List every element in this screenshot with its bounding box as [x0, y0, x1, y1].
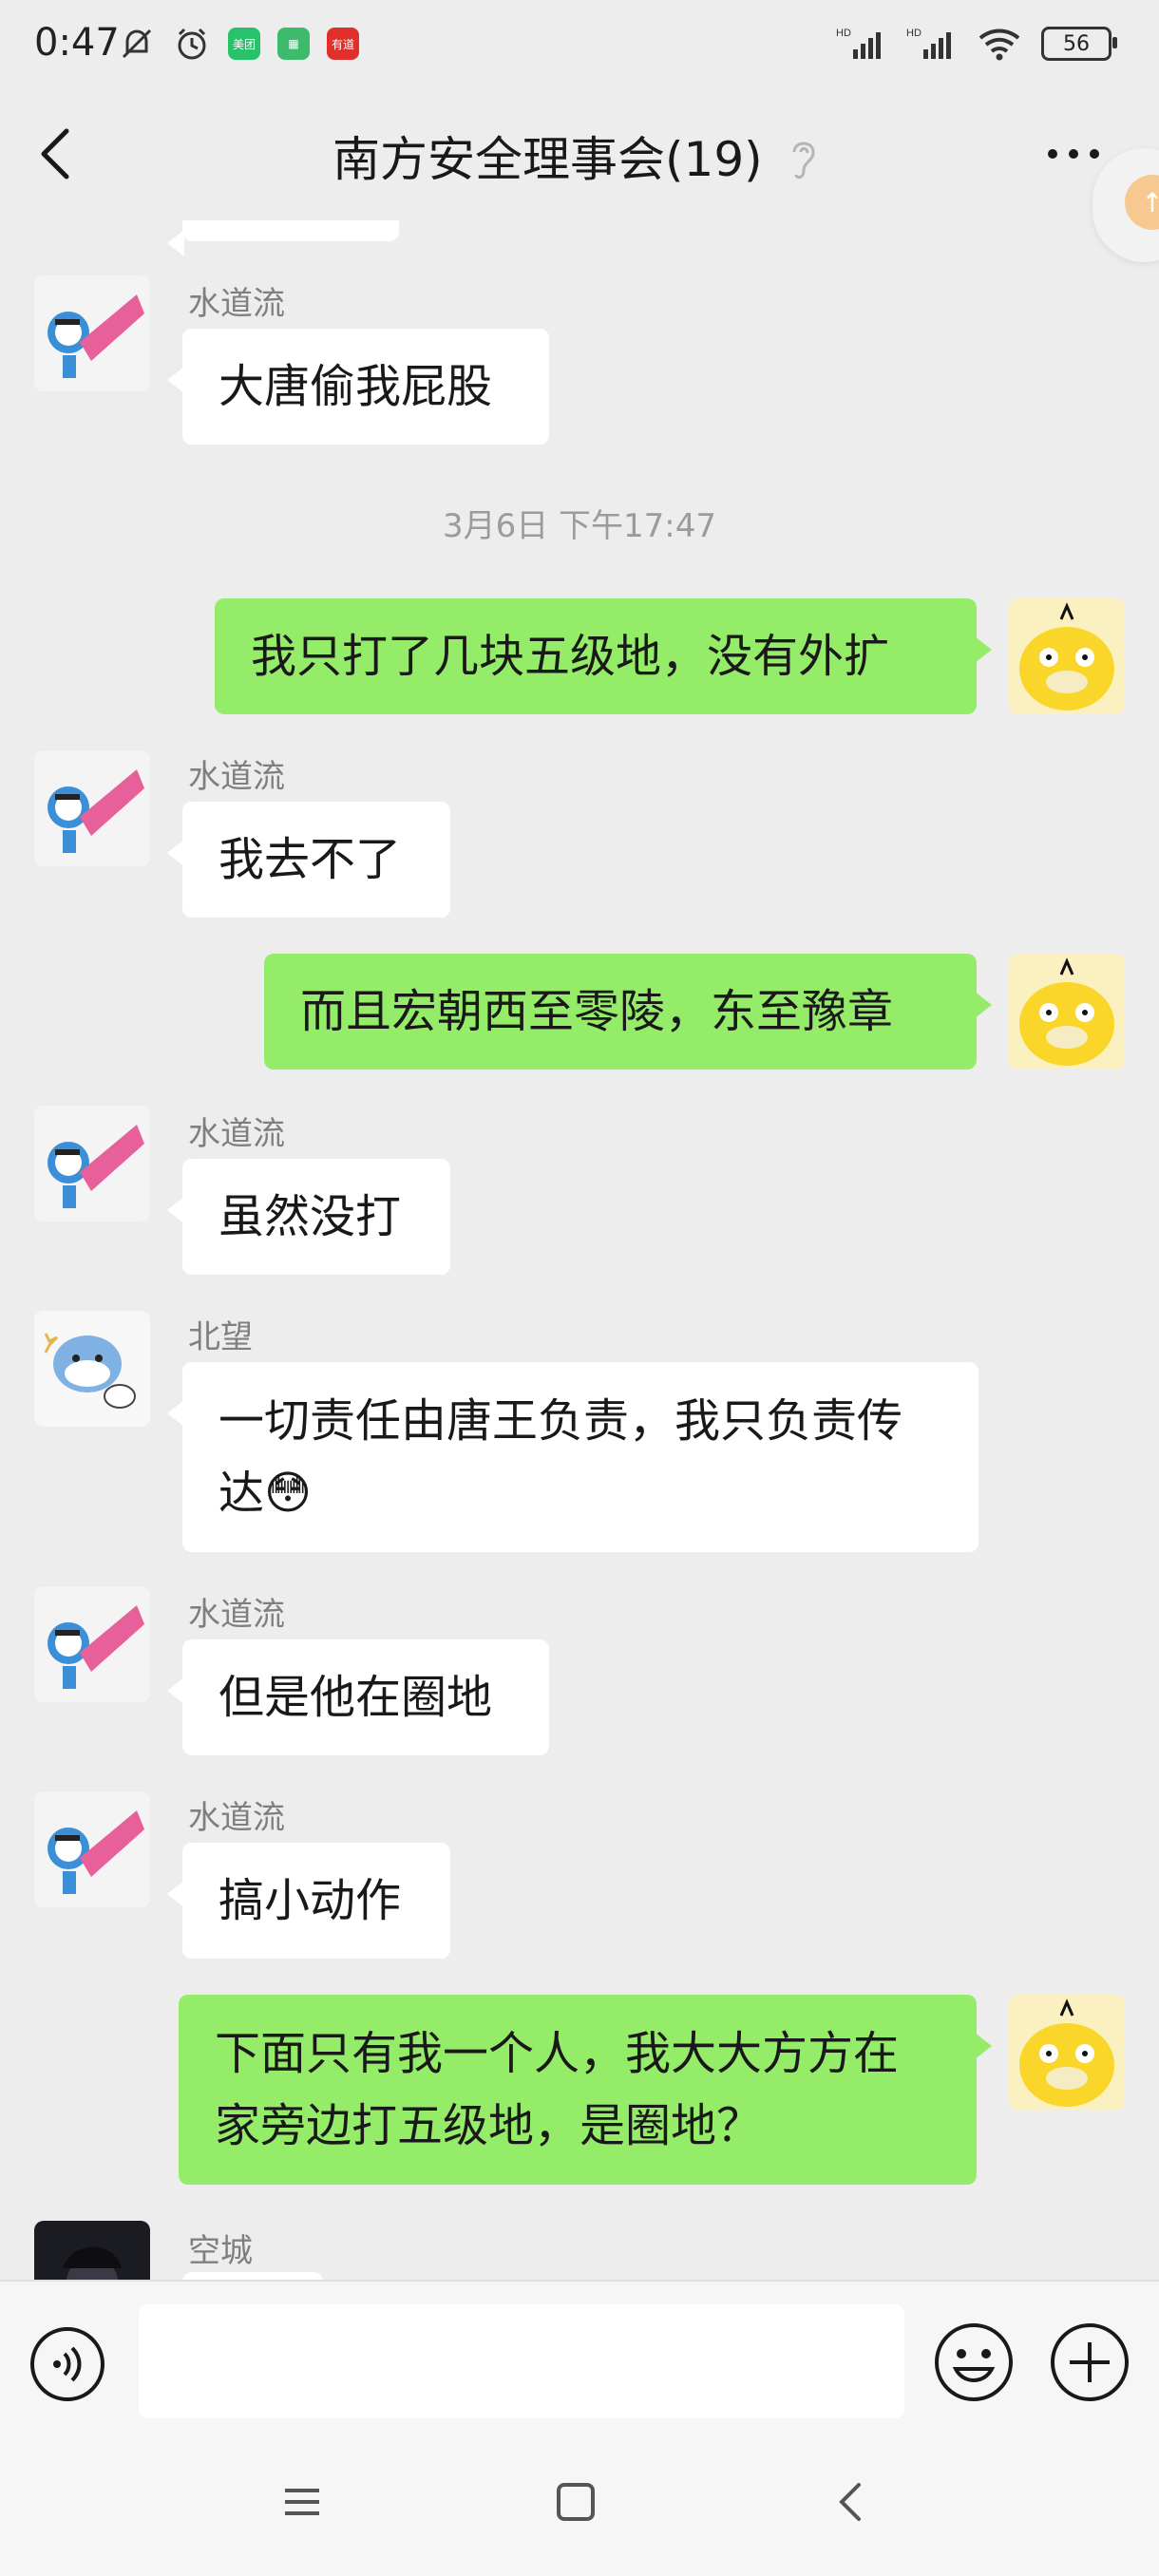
avatar-doraemon-icon [34, 1106, 150, 1222]
more-button[interactable] [1045, 142, 1102, 165]
avatar-psyduck-icon [1009, 598, 1125, 714]
message-text: 但是他在圈地 [218, 1671, 493, 1724]
message-bubble-partial[interactable] [167, 220, 399, 256]
page-title: 南方安全理事会(19) [332, 132, 763, 187]
mute-bell-icon [122, 28, 152, 59]
nav-back-icon[interactable] [830, 2479, 872, 2525]
message-list[interactable]: 水道流 大唐偷我屁股 3月6日 下午17:47 我只打了几块五级地，没有外扩 水… [0, 220, 1159, 2280]
avatar-doraemon-icon [34, 1586, 150, 1702]
sender-name: 空城 [188, 2232, 253, 2270]
avatar-self[interactable] [1009, 598, 1125, 714]
wifi-icon [978, 28, 1020, 61]
ear-icon [792, 142, 815, 180]
message-timestamp: 3月6日 下午17:47 [442, 507, 717, 545]
sender-name: 水道流 [188, 285, 285, 323]
app-badge-youdao: 有道 [327, 28, 359, 60]
status-left-icons: 美团 ▦ 有道 [118, 25, 359, 63]
avatar-doraemon-icon [34, 275, 150, 391]
message-input[interactable] [139, 2304, 904, 2418]
app-badge-icon: ▦ [277, 28, 310, 60]
back-button[interactable] [28, 122, 86, 186]
nav-home-icon[interactable] [555, 2481, 597, 2523]
app-badge-meituan: 美团 [228, 28, 260, 60]
battery-indicator: 56 [1041, 27, 1117, 61]
avatar-psyduck-icon [1009, 954, 1125, 1070]
status-right-icons: HD HD 56 [836, 25, 1117, 63]
avatar-shuidaoliu[interactable] [34, 1791, 150, 1907]
status-time: 0:47 [34, 21, 120, 65]
avatar-shark-cartoon-icon [34, 1311, 150, 1427]
avatar-doraemon-icon [34, 750, 150, 866]
avatar-shuidaoliu[interactable] [34, 1586, 150, 1702]
avatar-self[interactable] [1009, 1995, 1125, 2111]
svg-text:HD: HD [906, 28, 922, 39]
sender-name: 水道流 [188, 758, 285, 796]
sender-name: 水道流 [188, 1115, 285, 1153]
avatar-doraemon-icon [34, 1791, 150, 1907]
message-text: 下面只有我一个人，我大大方方在 [215, 2027, 900, 2080]
message-text: 大唐偷我屁股 [218, 360, 493, 413]
sender-name: 水道流 [188, 1596, 285, 1634]
alarm-icon [178, 28, 206, 60]
chat-header: 南方安全理事会(19) [0, 95, 1159, 220]
plus-icon[interactable] [1049, 2321, 1130, 2403]
message-bubble[interactable]: 搞小动作 [167, 1843, 450, 1959]
avatar-shuidaoliu[interactable] [34, 750, 150, 866]
input-bar [0, 2280, 1159, 2443]
sender-name: 北望 [188, 1318, 253, 1356]
message-bubble-outgoing[interactable]: 我只打了几块五级地，没有外扩 [215, 598, 992, 714]
message-bubble[interactable]: 一切责任由唐王负责，我只负责传 达😳 [167, 1362, 978, 1552]
message-text-line2: 达😳 [218, 1467, 313, 1520]
status-bar: 0:47 美团 ▦ 有道 HD HD 56 [0, 0, 1159, 95]
message-bubble[interactable]: 虽然没打 [167, 1159, 450, 1275]
system-nav-bar [0, 2443, 1159, 2576]
nav-menu-icon[interactable] [281, 2481, 323, 2523]
avatar-kongcheng[interactable] [34, 2221, 150, 2280]
avatar-beiwang[interactable] [34, 1311, 150, 1427]
message-bubble[interactable]: 但是他在圈地 [167, 1639, 549, 1755]
message-bubble[interactable]: 我去不了 [167, 802, 450, 918]
message-text-line2: 家旁边打五级地，是圈地？ [215, 2099, 763, 2152]
avatar-shuidaoliu[interactable] [34, 275, 150, 391]
avatar-psyduck-icon [1009, 1995, 1125, 2111]
message-text: 而且宏朝西至零陵，东至豫章 [300, 985, 894, 1038]
avatar-self[interactable] [1009, 954, 1125, 1070]
avatar-shuidaoliu[interactable] [34, 1106, 150, 1222]
message-bubble[interactable]: 大唐偷我屁股 [167, 329, 549, 445]
emoji-icon[interactable] [933, 2321, 1015, 2403]
sender-name: 水道流 [188, 1799, 285, 1837]
message-bubble-outgoing[interactable]: 下面只有我一个人，我大大方方在 家旁边打五级地，是圈地？ [179, 1995, 992, 2185]
voice-icon[interactable] [28, 2325, 106, 2403]
message-text: 我去不了 [218, 833, 402, 886]
message-text: 一切责任由唐王负责，我只负责传 [218, 1394, 903, 1448]
message-bubble[interactable] [182, 2272, 323, 2280]
avatar-dark-portrait-icon [34, 2221, 150, 2280]
message-text: 虽然没打 [218, 1190, 402, 1243]
signal-hd-2-icon: HD [906, 28, 951, 59]
message-text: 我只打了几块五级地，没有外扩 [251, 630, 890, 683]
message-bubble-outgoing[interactable]: 而且宏朝西至零陵，东至豫章 [264, 954, 992, 1070]
signal-hd-icon: HD [836, 28, 881, 59]
message-text: 搞小动作 [218, 1874, 402, 1927]
svg-text:HD: HD [836, 28, 851, 39]
